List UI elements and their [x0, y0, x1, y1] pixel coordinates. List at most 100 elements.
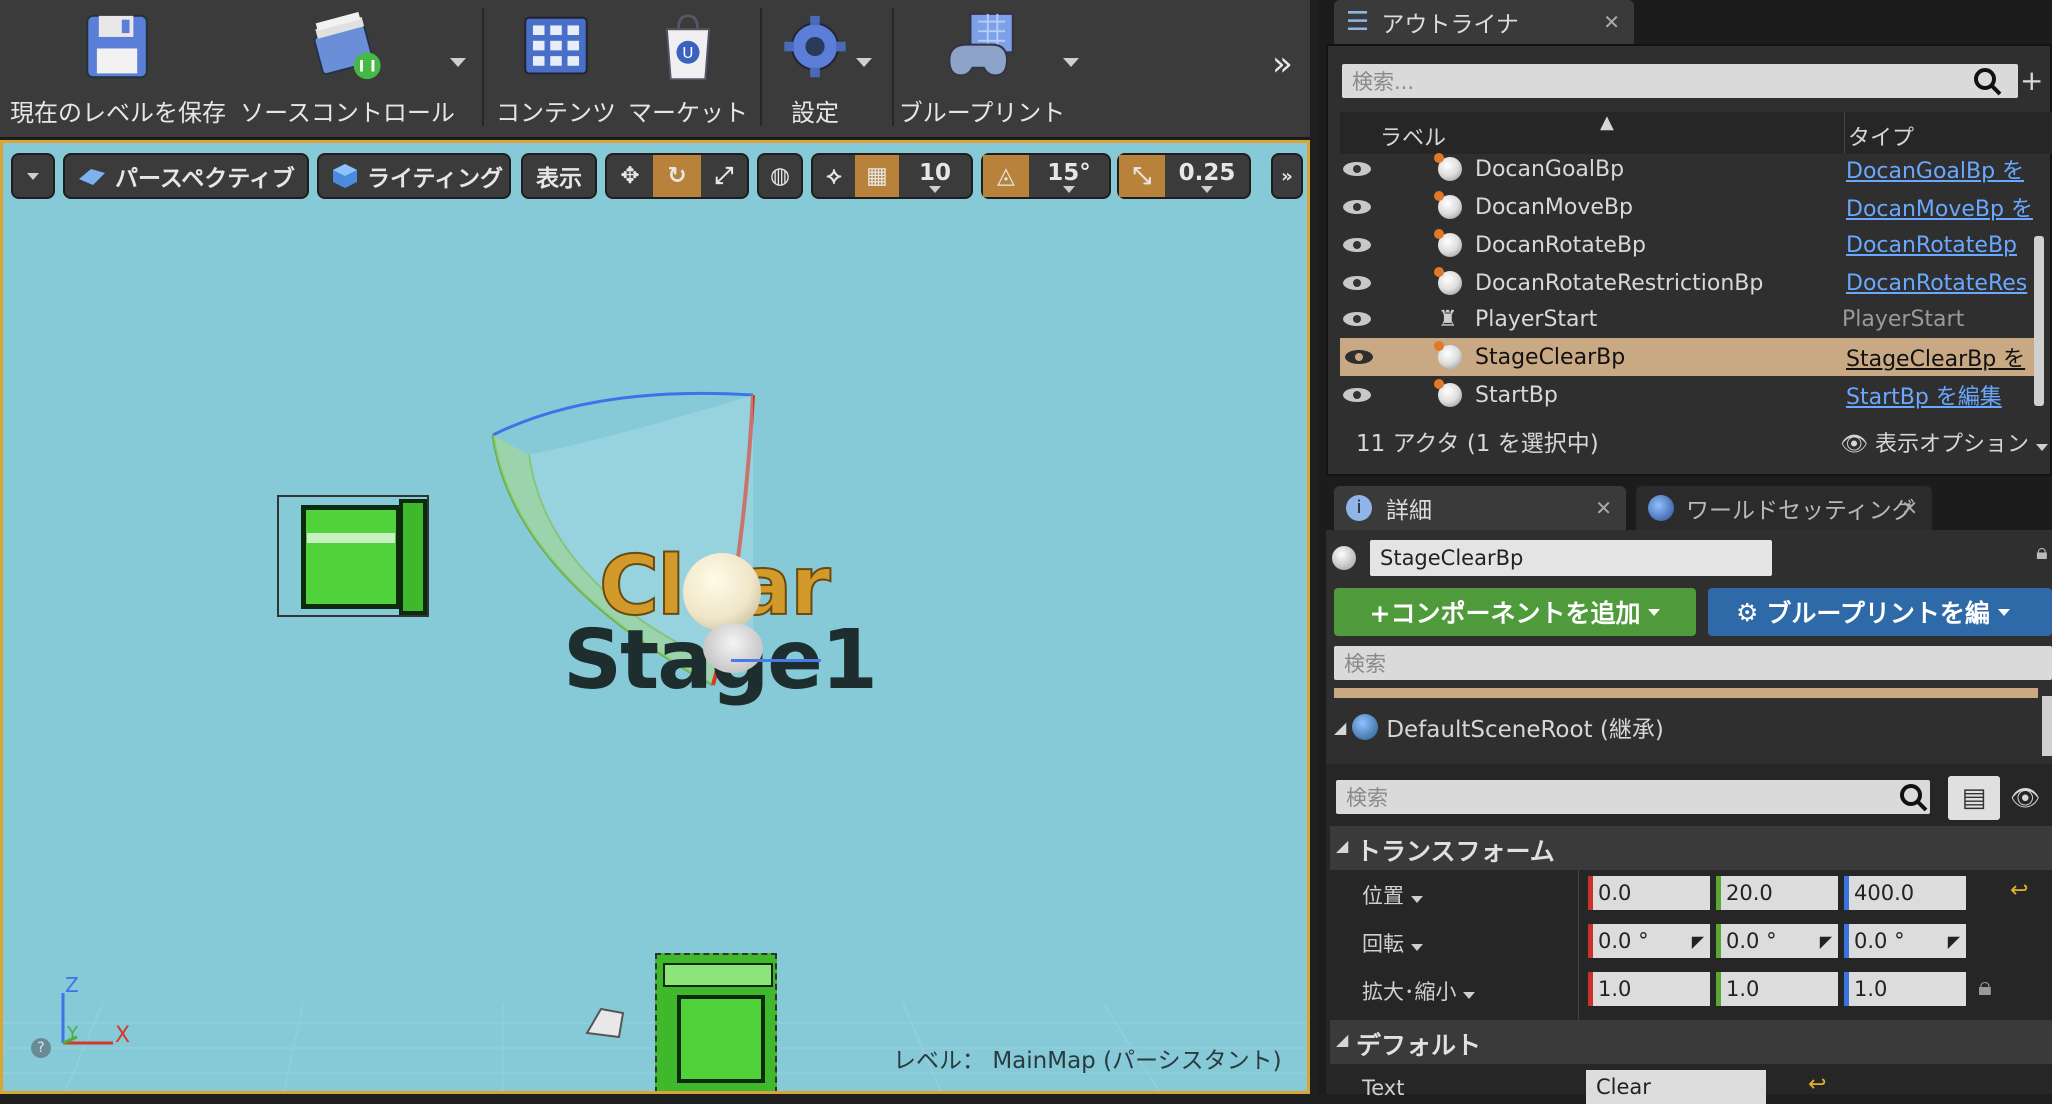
source-control-dropdown-arrow[interactable]	[450, 58, 466, 67]
default-section-header[interactable]: ◢ デフォルト	[1330, 1020, 2052, 1064]
spin-arrow-icon[interactable]: ◤	[1820, 932, 1832, 951]
translate-mode-icon[interactable]: ✥	[607, 155, 653, 197]
content-button[interactable]: コンテンツ	[496, 6, 616, 128]
lighting-button[interactable]: ライティング	[317, 153, 511, 199]
close-icon[interactable]: ✕	[1901, 496, 1918, 520]
actor-type-link[interactable]: StageClearBp を	[1846, 341, 2046, 373]
list-item[interactable]: DocanGoalBp DocanGoalBp を	[1338, 150, 2052, 188]
world-local-toggle-icon[interactable]: ◍	[757, 153, 803, 199]
edit-blueprint-button[interactable]: ⚙ ブループリントを編	[1708, 588, 2052, 636]
expand-arrow-icon[interactable]: ◢	[1334, 718, 1346, 737]
level-viewport[interactable]: パースペクティブ ライティング 表示 ✥ ↻ ⤢ ◍ ⟡ ▦ 10 ◬ 15° …	[0, 140, 1310, 1094]
rotation-x-field[interactable]: 0.0 ° ◤	[1588, 924, 1710, 958]
eye-icon[interactable]	[1342, 311, 1372, 327]
settings-button[interactable]: 設定	[770, 6, 860, 128]
outliner-search-input[interactable]: 検索...	[1342, 64, 2018, 98]
lock-icon[interactable]: 🔒︎	[2036, 540, 2048, 565]
list-item[interactable]: DocanRotateRestrictionBp DocanRotateRes	[1338, 264, 2052, 302]
list-item[interactable]: DocanMoveBp DocanMoveBp を	[1338, 188, 2052, 226]
eye-icon[interactable]	[1342, 387, 1372, 403]
scale-mode-icon[interactable]: ⤢	[701, 155, 747, 197]
location-label[interactable]: 位置	[1362, 880, 1423, 910]
rotation-y-field[interactable]: 0.0 ° ◤	[1716, 924, 1838, 958]
help-icon[interactable]: ?	[31, 1038, 51, 1058]
actor-type-link[interactable]: DocanRotateRes	[1846, 271, 2046, 296]
scale-y-value: 1.0	[1726, 977, 1760, 1001]
add-component-button[interactable]: +コンポーネントを追加	[1334, 588, 1696, 636]
actor-type-link[interactable]: DocanRotateBp	[1846, 233, 2046, 258]
viewport-options-button[interactable]	[11, 153, 55, 199]
scale-y-field[interactable]: 1.0	[1716, 972, 1838, 1006]
list-item[interactable]: ♜ PlayerStart PlayerStart	[1338, 300, 2052, 338]
close-icon[interactable]: ✕	[1603, 10, 1620, 34]
perspective-button[interactable]: パースペクティブ	[63, 153, 309, 199]
close-icon[interactable]: ✕	[1595, 496, 1612, 520]
lock-scale-icon[interactable]: 🔒︎	[1978, 972, 1992, 1003]
blueprints-button[interactable]: ブループリント	[899, 6, 1065, 128]
eye-icon[interactable]	[1342, 161, 1372, 177]
list-item[interactable]: StartBp StartBp を編集	[1338, 376, 2052, 414]
scale-snap-value[interactable]: 0.25	[1165, 155, 1249, 197]
spin-arrow-icon[interactable]: ◤	[1948, 932, 1960, 951]
scale-snap-icon[interactable]: ⤡	[1119, 155, 1165, 197]
location-y-field[interactable]: 20.0	[1716, 876, 1838, 910]
list-item[interactable]: DocanRotateBp DocanRotateBp	[1338, 226, 2052, 264]
actor-type-link[interactable]: StartBp を編集	[1846, 379, 2046, 411]
settings-dropdown-arrow[interactable]	[856, 58, 872, 67]
text-property-field[interactable]: Clear	[1586, 1070, 1766, 1104]
scale-x-field[interactable]: 1.0	[1588, 972, 1710, 1006]
search-icon[interactable]	[1898, 782, 1930, 814]
tab-outliner[interactable]: ☰ アウトライナ ✕	[1334, 0, 1634, 44]
tab-world-settings[interactable]: ワールドセッティング ✕	[1636, 486, 1932, 530]
scale-z-field[interactable]: 1.0	[1844, 972, 1966, 1006]
rotation-label[interactable]: 回転	[1362, 928, 1423, 958]
add-actor-icon[interactable]: +	[2020, 64, 2043, 97]
scale-label[interactable]: 拡大･縮小	[1362, 976, 1476, 1006]
location-z-field[interactable]: 400.0	[1844, 876, 1966, 910]
column-type-header[interactable]: タイプ	[1848, 120, 1914, 152]
tab-details[interactable]: i 詳細 ✕	[1334, 486, 1626, 530]
list-item-selected[interactable]: StageClearBp StageClearBp を	[1340, 338, 2038, 376]
rotation-z-field[interactable]: 0.0 ° ◤	[1844, 924, 1966, 958]
eye-icon[interactable]	[1342, 237, 1372, 253]
eye-icon[interactable]	[1342, 275, 1372, 291]
eye-icon[interactable]	[1344, 349, 1374, 365]
surface-snap-icon[interactable]: ⟡	[813, 155, 855, 197]
eye-icon[interactable]: 👁	[2010, 784, 2040, 812]
rotation-snap-value[interactable]: 15°	[1029, 155, 1109, 197]
search-icon[interactable]	[1972, 66, 2004, 98]
pipe-actor-bottom[interactable]	[655, 953, 777, 1091]
outliner-scrollbar[interactable]	[2034, 236, 2044, 406]
save-level-button[interactable]: 現在のレベルを保存	[8, 6, 228, 128]
property-search-input[interactable]: 検索	[1336, 780, 1930, 814]
show-button[interactable]: 表示	[521, 153, 597, 199]
grid-snap-value[interactable]: 10	[899, 155, 971, 197]
component-scrollbar[interactable]	[2042, 696, 2052, 756]
marketplace-button[interactable]: U マーケット	[628, 6, 748, 128]
property-matrix-icon[interactable]: ▤	[1948, 776, 2000, 820]
view-options-button[interactable]: 👁 表示オプション	[1840, 426, 2048, 458]
component-tree-root[interactable]: ◢ DefaultSceneRoot (継承)	[1334, 710, 1664, 744]
reset-to-default-icon[interactable]: ↩	[2010, 878, 2028, 903]
component-row-selected[interactable]	[1334, 688, 2038, 698]
toolbar-overflow-icon[interactable]: »	[1272, 44, 1293, 84]
player-start-icon[interactable]	[583, 1003, 627, 1043]
actor-type-link[interactable]: DocanGoalBp を	[1846, 153, 2046, 185]
actor-name-field[interactable]: StageClearBp	[1370, 540, 1772, 576]
reset-to-default-icon[interactable]: ↩	[1808, 1072, 1826, 1097]
actor-type-link[interactable]: DocanMoveBp を	[1846, 191, 2046, 223]
gear-icon	[784, 15, 846, 78]
transform-section-header[interactable]: ◢ トランスフォーム	[1330, 826, 2052, 870]
spin-arrow-icon[interactable]: ◤	[1692, 932, 1704, 951]
location-x-field[interactable]: 0.0	[1588, 876, 1710, 910]
viewport-toolbar-overflow-icon[interactable]: »	[1271, 153, 1303, 199]
pipe-actor-left[interactable]	[277, 495, 429, 617]
column-label-header[interactable]: ラベル	[1380, 120, 1446, 152]
blueprints-dropdown-arrow[interactable]	[1063, 58, 1079, 67]
grid-snap-icon[interactable]: ▦	[855, 155, 899, 197]
component-search-input[interactable]: 検索	[1334, 646, 2052, 680]
rotate-mode-icon[interactable]: ↻	[653, 155, 701, 197]
rotation-snap-icon[interactable]: ◬	[983, 155, 1029, 197]
source-control-button[interactable]: ソースコントロール	[240, 6, 455, 128]
eye-icon[interactable]	[1342, 199, 1372, 215]
